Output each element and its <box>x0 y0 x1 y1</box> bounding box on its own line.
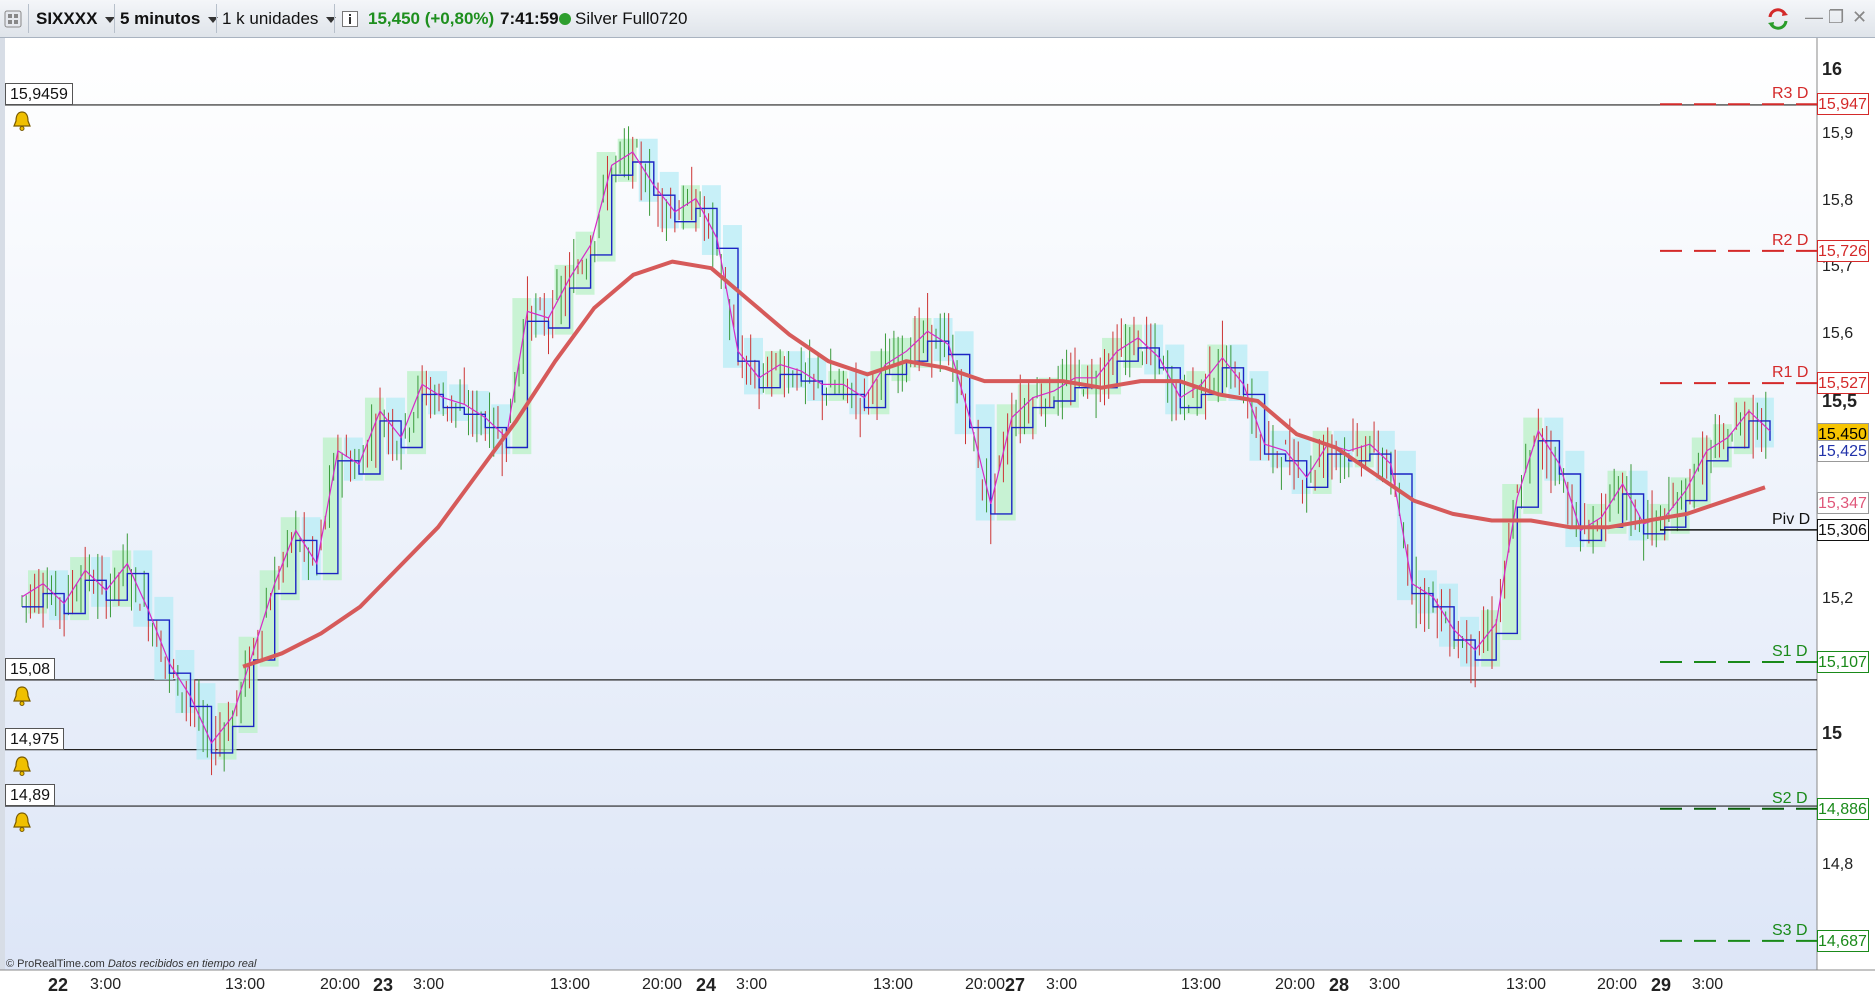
price-chart[interactable] <box>0 38 1875 1000</box>
pivot-value-tag: 15,107 <box>1817 650 1869 673</box>
time-label: 3:00 <box>1692 976 1724 993</box>
alert-level-label[interactable]: 15,08 <box>5 657 56 680</box>
credit-text: © ProRealTime.com Datos recibidos en tie… <box>6 958 256 970</box>
pivot-value-tag: 15,306 <box>1817 518 1869 541</box>
time-label: 3:00 <box>90 976 122 993</box>
alert-level-label[interactable]: 15,9459 <box>5 82 73 105</box>
day-label: 24 <box>696 975 717 995</box>
pivot-value-tag: 15,527 <box>1817 372 1869 395</box>
toolbar: SIXXXX 5 minutos 1 k unidades 15,450 (+0… <box>0 0 1875 38</box>
price-tick-label: 15,9 <box>1822 125 1854 143</box>
close-icon[interactable]: ✕ <box>1852 7 1867 28</box>
bell-icon[interactable] <box>10 684 34 708</box>
refresh-icon[interactable] <box>1765 0 1791 37</box>
connection-status-icon <box>558 0 572 37</box>
cloud-segment <box>364 397 384 481</box>
price-change: 15,450 (+0,80%) <box>368 9 495 28</box>
time-label: 3:00 <box>736 976 768 993</box>
minimize-icon[interactable]: — <box>1805 7 1823 28</box>
instrument-name: Silver Full0720 <box>575 9 688 28</box>
credit-label: © ProRealTime.com <box>6 958 105 970</box>
chart-background <box>5 38 1817 970</box>
time-label: 20:00 <box>320 976 361 993</box>
timeframe-label: 5 minutos <box>120 9 201 28</box>
time-label: 13:00 <box>1506 976 1547 993</box>
day-label: 29 <box>1651 975 1672 995</box>
day-label: 23 <box>373 975 394 995</box>
price-tag: 15,347 <box>1817 491 1869 514</box>
day-label: 28 <box>1329 975 1350 995</box>
pivot-value-tag: 15,947 <box>1817 93 1869 116</box>
cloud-segment <box>322 437 342 581</box>
time-label: 20:00 <box>1597 976 1638 993</box>
pivot-name-label: S3 D <box>1772 921 1808 939</box>
time-label: 3:00 <box>1046 976 1078 993</box>
window-menu-icon[interactable] <box>4 0 26 37</box>
bell-icon[interactable] <box>10 109 34 133</box>
alert-level-label[interactable]: 14,975 <box>5 727 64 750</box>
pivot-name-label: S1 D <box>1772 642 1808 660</box>
timeframe-select[interactable]: 5 minutos <box>120 0 219 37</box>
time-label: 20:00 <box>965 976 1006 993</box>
cloud-segment <box>596 152 616 262</box>
time-label: 3:00 <box>1369 976 1401 993</box>
price-tag: 15,425 <box>1817 439 1869 462</box>
pivot-value-tag: 14,886 <box>1817 797 1869 820</box>
time-label: 13:00 <box>873 976 914 993</box>
time-label: 3:00 <box>413 976 445 993</box>
units-label: 1 k unidades <box>222 9 319 28</box>
restore-icon[interactable]: ❐ <box>1828 7 1844 28</box>
realtime-label: Datos recibidos en tiempo real <box>107 958 257 970</box>
last-update-time: 7:41:59 <box>500 9 559 28</box>
ticker-select[interactable]: SIXXXX <box>36 0 116 37</box>
day-label: 22 <box>48 975 69 995</box>
units-select[interactable]: 1 k unidades <box>222 0 337 37</box>
cloud-segment <box>722 225 742 368</box>
pivot-value-tag: 15,726 <box>1817 239 1869 262</box>
price-tick-label: 14,8 <box>1822 855 1854 873</box>
ticker-label: SIXXXX <box>36 9 98 28</box>
time-label: 13:00 <box>225 976 266 993</box>
time-label: 20:00 <box>642 976 683 993</box>
time-label: 20:00 <box>1275 976 1316 993</box>
price-tick-label: 15,2 <box>1822 590 1854 608</box>
pivot-name-label: R2 D <box>1772 231 1809 249</box>
price-tick-label: 15 <box>1822 723 1843 743</box>
price-tick-label: 15,6 <box>1822 324 1854 342</box>
pivot-name-label: R1 D <box>1772 364 1809 382</box>
cloud-segment <box>1396 450 1416 601</box>
time-label: 13:00 <box>1181 976 1222 993</box>
price-tick-label: 15,8 <box>1822 191 1854 209</box>
pivot-value-tag: 14,687 <box>1817 929 1869 952</box>
bell-icon[interactable] <box>10 810 34 834</box>
info-icon[interactable] <box>342 0 358 37</box>
pivot-name-label: S2 D <box>1772 789 1808 807</box>
pivot-name-label: Piv D <box>1772 510 1811 528</box>
day-label: 27 <box>1005 975 1026 995</box>
price-tick-label: 16 <box>1822 59 1843 79</box>
pivot-name-label: R3 D <box>1772 85 1809 103</box>
time-axis-background <box>0 970 1875 1000</box>
bell-icon[interactable] <box>10 754 34 778</box>
time-label: 13:00 <box>550 976 591 993</box>
alert-level-label[interactable]: 14,89 <box>5 784 56 807</box>
